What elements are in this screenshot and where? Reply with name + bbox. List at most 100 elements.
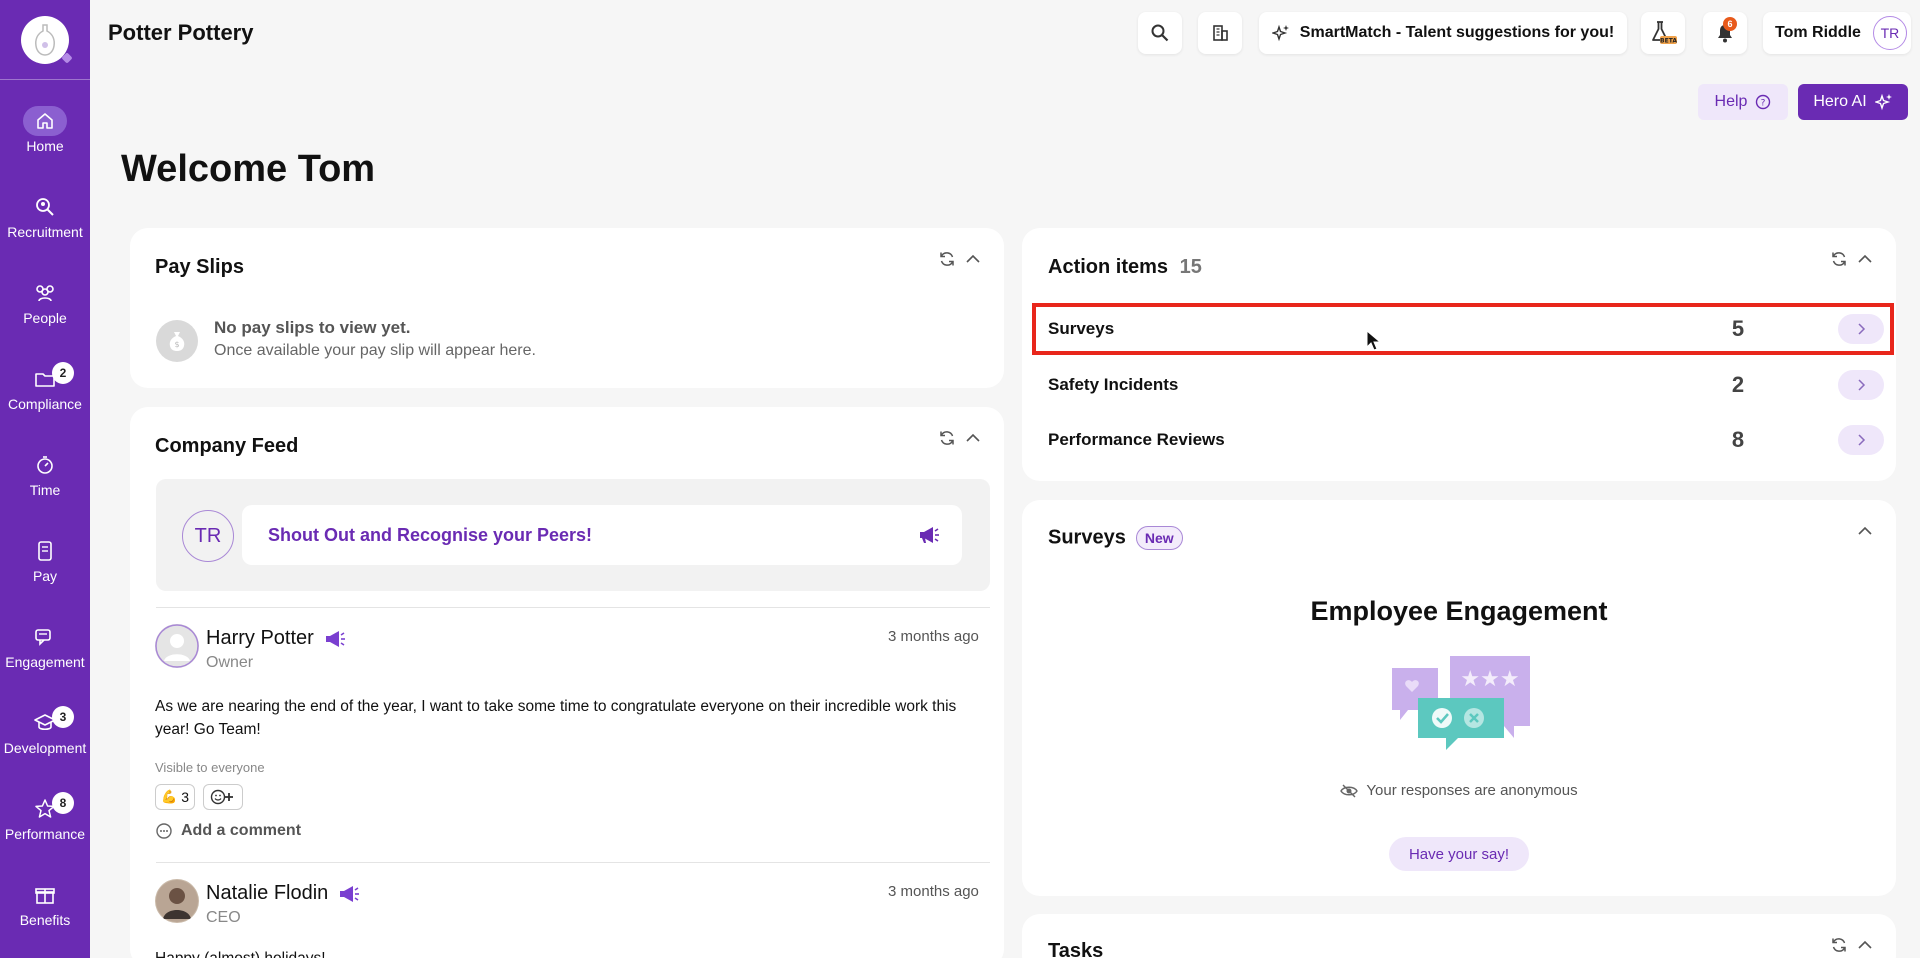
sidebar-item-label: People xyxy=(23,310,67,326)
chat-icon xyxy=(23,622,67,652)
shoutout-label: Shout Out and Recognise your Peers! xyxy=(268,524,593,545)
sidebar-item-label: Time xyxy=(29,482,61,498)
chevron-up-icon[interactable] xyxy=(1856,522,1874,540)
post-author[interactable]: Harry Potter xyxy=(206,627,346,650)
megaphone-icon xyxy=(325,630,345,647)
stopwatch-icon xyxy=(23,450,67,480)
sidebar-item-recruitment[interactable]: Recruitment xyxy=(0,192,90,262)
user-name: Tom Riddle xyxy=(1775,24,1861,41)
search-button[interactable] xyxy=(1138,12,1182,54)
new-badge: New xyxy=(1135,526,1183,550)
surveys-card: Surveys New Employee Engagement ★★★ Your … xyxy=(1022,500,1896,896)
sidebar-item-label: Performance xyxy=(4,826,86,842)
feed-divider xyxy=(156,607,990,608)
company-logo[interactable] xyxy=(21,15,73,64)
action-item-label: Performance Reviews xyxy=(1048,430,1225,449)
surveys-highlight-box xyxy=(1032,303,1894,355)
action-items-title-text: Action items xyxy=(1048,256,1169,278)
add-comment-button[interactable]: Add a comment xyxy=(155,822,301,840)
chevron-right-icon[interactable] xyxy=(1838,425,1884,455)
my-avatar: TR xyxy=(182,510,234,562)
svg-text:?: ? xyxy=(1761,99,1766,109)
post-author-avatar[interactable] xyxy=(155,879,199,923)
post-visibility: Visible to everyone xyxy=(155,760,265,775)
default-avatar-icon xyxy=(155,624,199,668)
refresh-icon[interactable] xyxy=(1830,250,1848,268)
add-emoji-icon xyxy=(210,789,233,805)
post-author[interactable]: Natalie Flodin xyxy=(206,882,360,905)
sidebar: Home Recruitment People 2 Compliance Tim… xyxy=(0,0,90,958)
user-menu-button[interactable]: Tom Riddle TR xyxy=(1763,12,1911,54)
svg-text:★★★: ★★★ xyxy=(1460,667,1519,692)
chevron-up-icon[interactable] xyxy=(1856,250,1874,268)
surveys-controls xyxy=(1856,522,1874,540)
flask-icon: BETA xyxy=(1652,21,1677,45)
labs-button[interactable]: BETA xyxy=(1641,12,1685,54)
company-feed-card: Company Feed TR Shout Out and Recognise … xyxy=(130,407,1004,958)
compliance-badge: 2 xyxy=(52,362,74,384)
sidebar-item-label: Compliance xyxy=(8,396,82,412)
sidebar-item-engagement[interactable]: Engagement xyxy=(0,622,90,692)
chevron-up-icon[interactable] xyxy=(964,250,982,268)
performance-badge: 8 xyxy=(52,792,74,814)
post-body: As we are nearing the end of the year, I… xyxy=(155,698,957,738)
action-item-safety-incidents[interactable]: Safety Incidents 2 xyxy=(1048,362,1904,408)
survey-heading: Employee Engagement xyxy=(1310,596,1608,626)
chevron-up-icon[interactable] xyxy=(1856,936,1874,954)
beta-label: BETA xyxy=(1660,38,1677,45)
comment-icon xyxy=(156,823,172,839)
building-icon xyxy=(1213,25,1228,41)
sidebar-item-time[interactable]: Time xyxy=(0,450,90,520)
feed-controls xyxy=(938,429,982,447)
sidebar-item-label: Pay xyxy=(32,568,58,584)
shoutout-composer: TR Shout Out and Recognise your Peers! xyxy=(156,479,990,591)
post-author-avatar[interactable] xyxy=(155,624,199,668)
smartmatch-button[interactable]: SmartMatch - Talent suggestions for you! xyxy=(1259,12,1627,54)
notification-count-badge: 6 xyxy=(1723,17,1737,31)
sidebar-item-label: Development xyxy=(3,740,87,756)
company-switch-button[interactable] xyxy=(1198,12,1242,54)
refresh-icon[interactable] xyxy=(938,250,956,268)
action-item-performance-reviews[interactable]: Performance Reviews 8 xyxy=(1048,417,1904,463)
anonymous-note-text: Your responses are anonymous xyxy=(1366,782,1578,799)
refresh-icon[interactable] xyxy=(1830,936,1848,954)
action-item-count: 8 xyxy=(1731,427,1745,452)
notifications-button[interactable]: 6 xyxy=(1703,12,1747,54)
heart-icon xyxy=(61,51,73,64)
svg-text:$: $ xyxy=(174,340,179,349)
sidebar-item-development[interactable]: 3 Development xyxy=(0,706,90,778)
tasks-card: Tasks xyxy=(1022,914,1896,958)
sidebar-item-home[interactable]: Home xyxy=(0,106,90,176)
reaction-count: 3 xyxy=(181,789,189,805)
anonymous-note: Your responses are anonymous xyxy=(1022,782,1896,799)
action-item-count: 2 xyxy=(1731,372,1745,397)
sidebar-item-people[interactable]: People xyxy=(0,278,90,348)
have-your-say-button[interactable]: Have your say! xyxy=(1389,837,1529,871)
action-items-controls xyxy=(1830,250,1874,268)
people-icon xyxy=(23,278,67,308)
reaction-flex[interactable]: 💪 3 xyxy=(155,784,195,810)
sidebar-item-benefits[interactable]: Benefits xyxy=(0,880,90,950)
sidebar-item-label: Home xyxy=(26,138,64,154)
payslips-empty-title: No pay slips to view yet. xyxy=(214,318,411,337)
post-author-role: Owner xyxy=(206,654,254,671)
add-reaction-button[interactable] xyxy=(203,784,243,810)
hero-ai-button[interactable]: Hero AI xyxy=(1798,84,1908,120)
sidebar-item-performance[interactable]: 8 Performance xyxy=(0,792,90,864)
payslip-icon xyxy=(23,536,67,566)
sparkle-icon xyxy=(1271,24,1289,42)
sidebar-item-compliance[interactable]: 2 Compliance xyxy=(0,362,90,434)
tasks-title: Tasks xyxy=(1048,940,1104,958)
flexed-arm-icon: 💪 xyxy=(161,789,178,804)
shoutout-button[interactable]: Shout Out and Recognise your Peers! xyxy=(242,505,962,565)
chevron-right-icon[interactable] xyxy=(1838,370,1884,400)
survey-speech-bubbles-icon: ★★★ xyxy=(1392,656,1530,750)
sidebar-item-pay[interactable]: Pay xyxy=(0,536,90,606)
surveys-title-text: Surveys xyxy=(1048,526,1126,549)
post-author-name: Natalie Flodin xyxy=(206,882,329,904)
chevron-up-icon[interactable] xyxy=(964,429,982,447)
help-button[interactable]: Help ? xyxy=(1698,84,1788,120)
refresh-icon[interactable] xyxy=(938,429,956,447)
post-time: 3 months ago xyxy=(888,883,979,900)
money-bag-icon: $ xyxy=(156,320,198,362)
